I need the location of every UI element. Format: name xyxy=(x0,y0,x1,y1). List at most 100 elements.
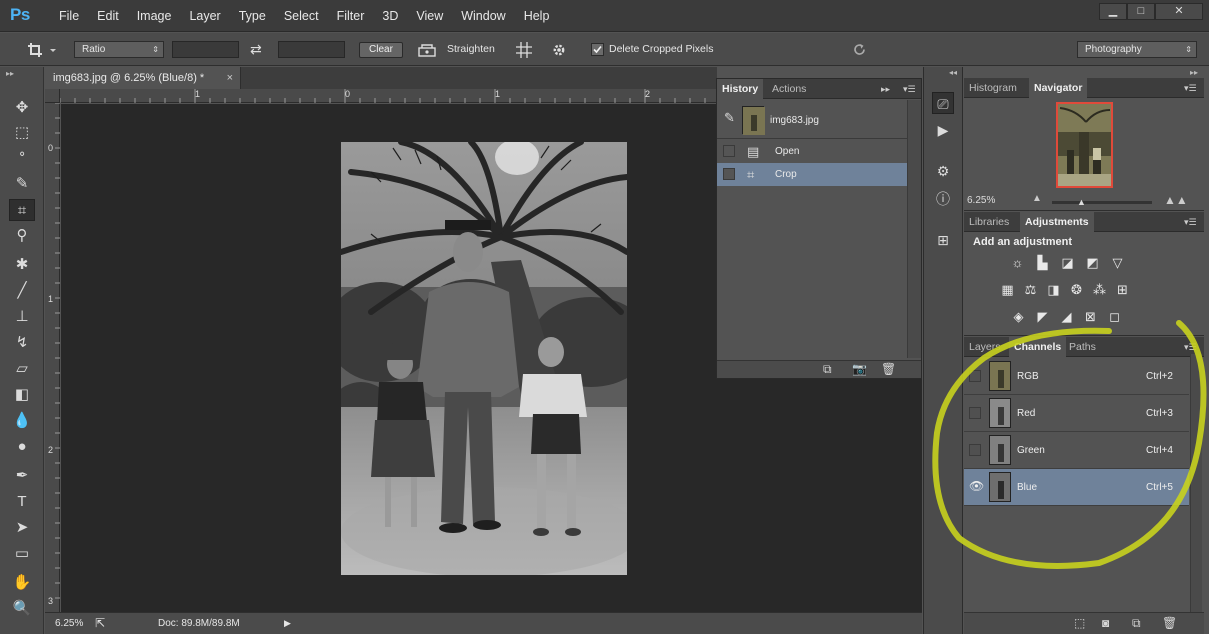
menu-filter[interactable]: Filter xyxy=(328,0,374,32)
menu-type[interactable]: Type xyxy=(230,0,275,32)
crop-tool-preset-icon[interactable] xyxy=(27,33,57,66)
new-document-from-state-icon[interactable]: ⧉ xyxy=(823,362,832,377)
workspace-select[interactable]: Photography ⇕ xyxy=(1077,41,1197,58)
ruler-origin[interactable] xyxy=(45,89,60,103)
navigator-zoom-value[interactable]: 6.25% xyxy=(967,195,995,206)
crop-tool-icon[interactable]: ⌗ xyxy=(9,199,35,221)
zoom-level[interactable]: 6.25% xyxy=(55,613,83,634)
visibility-toggle[interactable] xyxy=(969,407,981,419)
eyedropper-tool-icon[interactable]: ⚲ xyxy=(9,225,35,247)
menu-3d[interactable]: 3D xyxy=(373,0,407,32)
tool-presets-icon[interactable]: ⊞ xyxy=(932,229,954,251)
panel-menu-icon[interactable]: ▾☰ xyxy=(1184,212,1197,232)
vibrance-icon[interactable]: ▽ xyxy=(1109,254,1126,271)
menu-image[interactable]: Image xyxy=(128,0,181,32)
history-brush-tool-icon[interactable]: ↯ xyxy=(9,332,35,354)
hand-tool-icon[interactable]: ✋ xyxy=(9,572,35,594)
status-menu-arrow-icon[interactable]: ▶ xyxy=(284,613,291,634)
channel-row-green[interactable]: Green Ctrl+4 xyxy=(964,432,1189,469)
close-window-button[interactable]: ✕ xyxy=(1155,3,1203,20)
history-panel-icon[interactable]: ⎚ xyxy=(932,92,954,114)
move-tool-icon[interactable]: ✥ xyxy=(9,97,35,119)
history-source-checkbox[interactable] xyxy=(723,145,735,157)
photo-filter-icon[interactable]: ❂ xyxy=(1068,281,1085,298)
photo-canvas[interactable] xyxy=(341,142,627,575)
straighten-icon[interactable] xyxy=(418,33,436,66)
selective-color-icon[interactable]: ◻ xyxy=(1106,308,1123,325)
close-tab-icon[interactable]: × xyxy=(227,67,233,89)
path-selection-tool-icon[interactable]: ➤ xyxy=(9,517,35,539)
posterize-icon[interactable]: ◤ xyxy=(1034,308,1051,325)
menu-view[interactable]: View xyxy=(407,0,452,32)
brush-tool-icon[interactable]: ╱ xyxy=(9,280,35,302)
tab-layers[interactable]: Layers xyxy=(964,337,1006,357)
marquee-tool-icon[interactable]: ⬚ xyxy=(9,122,35,144)
tab-histogram[interactable]: Histogram xyxy=(964,78,1022,98)
gradient-tool-icon[interactable]: ◧ xyxy=(9,384,35,406)
threshold-icon[interactable]: ◢ xyxy=(1058,308,1075,325)
eye-icon[interactable]: 👁 xyxy=(969,480,984,493)
channel-row-blue[interactable]: 👁 Blue Ctrl+5 xyxy=(964,469,1189,506)
snapshot-camera-icon[interactable]: 📷 xyxy=(852,362,867,376)
gradient-map-icon[interactable]: ⊠ xyxy=(1082,308,1099,325)
lasso-tool-icon[interactable]: ᐤ xyxy=(9,147,35,169)
channel-row-red[interactable]: Red Ctrl+3 xyxy=(964,395,1189,432)
tab-paths[interactable]: Paths xyxy=(1064,337,1101,357)
export-icon[interactable]: ⇱ xyxy=(95,613,105,634)
delete-cropped-label[interactable]: Delete Cropped Pixels xyxy=(609,33,713,66)
navigator-thumbnail[interactable] xyxy=(1056,102,1113,188)
blur-tool-icon[interactable]: 💧 xyxy=(9,410,35,432)
channel-mixer-icon[interactable]: ⁂ xyxy=(1091,281,1108,298)
color-lookup-icon[interactable]: ⊞ xyxy=(1114,281,1131,298)
vertical-ruler[interactable]: 0 1 2 3 xyxy=(45,103,60,612)
expand-panels-icon[interactable]: ◂◂ xyxy=(949,68,957,77)
panel-menu-icon[interactable]: ▾☰ xyxy=(903,79,916,99)
info-icon[interactable]: ⓘ xyxy=(932,188,954,210)
clone-stamp-tool-icon[interactable]: ⊥ xyxy=(9,306,35,328)
save-selection-icon[interactable]: ◙ xyxy=(1102,616,1109,630)
levels-icon[interactable]: ▙ xyxy=(1034,254,1051,271)
curves-icon[interactable]: ◪ xyxy=(1059,254,1076,271)
menu-edit[interactable]: Edit xyxy=(88,0,128,32)
eraser-tool-icon[interactable]: ▱ xyxy=(9,358,35,380)
tab-adjustments[interactable]: Adjustments xyxy=(1020,212,1094,232)
tab-history[interactable]: History xyxy=(717,79,764,99)
tab-navigator[interactable]: Navigator xyxy=(1029,78,1088,98)
ratio-width-input[interactable] xyxy=(172,41,239,58)
zoom-tool-icon[interactable]: 🔍 xyxy=(9,598,35,620)
rectangle-tool-icon[interactable]: ▭ xyxy=(9,543,35,565)
color-balance-icon[interactable]: ⚖ xyxy=(1022,281,1039,298)
actions-play-icon[interactable]: ▶ xyxy=(932,119,954,141)
dodge-tool-icon[interactable]: ● xyxy=(9,436,35,458)
menu-layer[interactable]: Layer xyxy=(180,0,229,32)
document-tab[interactable]: img683.jpg @ 6.25% (Blue/8) * × xyxy=(45,67,241,89)
overlay-grid-icon[interactable] xyxy=(515,33,533,66)
menu-file[interactable]: File xyxy=(50,0,88,32)
healing-brush-tool-icon[interactable]: ✱ xyxy=(9,254,35,276)
quick-selection-tool-icon[interactable]: ✎ xyxy=(9,173,35,195)
tab-libraries[interactable]: Libraries xyxy=(964,212,1014,232)
swap-icon[interactable]: ⇄ xyxy=(250,33,262,66)
zoom-slider-knob[interactable]: ▲ xyxy=(1077,197,1086,207)
type-tool-icon[interactable]: T xyxy=(9,491,35,513)
zoom-in-icon[interactable]: ▲▲ xyxy=(1164,193,1188,207)
load-selection-icon[interactable]: ⬚ xyxy=(1074,616,1085,630)
invert-icon[interactable]: ◈ xyxy=(1010,308,1027,325)
delete-cropped-checkbox[interactable] xyxy=(591,33,604,66)
trash-icon[interactable]: 🗑 xyxy=(881,362,896,376)
zoom-out-icon[interactable]: ▲ xyxy=(1032,193,1042,204)
collapse-grip-icon[interactable]: ▸▸ xyxy=(6,69,14,78)
channels-scrollbar[interactable] xyxy=(1190,354,1202,614)
straighten-label[interactable]: Straighten xyxy=(447,33,495,66)
reset-icon[interactable] xyxy=(851,33,868,66)
history-scrollbar[interactable] xyxy=(907,100,921,358)
exposure-icon[interactable]: ◩ xyxy=(1084,254,1101,271)
tab-actions[interactable]: Actions xyxy=(767,79,811,99)
collapse-panel-icon[interactable]: ▸▸ xyxy=(881,79,890,99)
black-white-icon[interactable]: ◨ xyxy=(1045,281,1062,298)
history-source-checkbox[interactable] xyxy=(723,168,735,180)
hue-saturation-icon[interactable]: ▦ xyxy=(999,281,1016,298)
minimize-button[interactable]: ▁ xyxy=(1099,3,1127,20)
channel-row-rgb[interactable]: RGB Ctrl+2 xyxy=(964,358,1189,395)
clear-button[interactable]: Clear xyxy=(359,42,403,58)
